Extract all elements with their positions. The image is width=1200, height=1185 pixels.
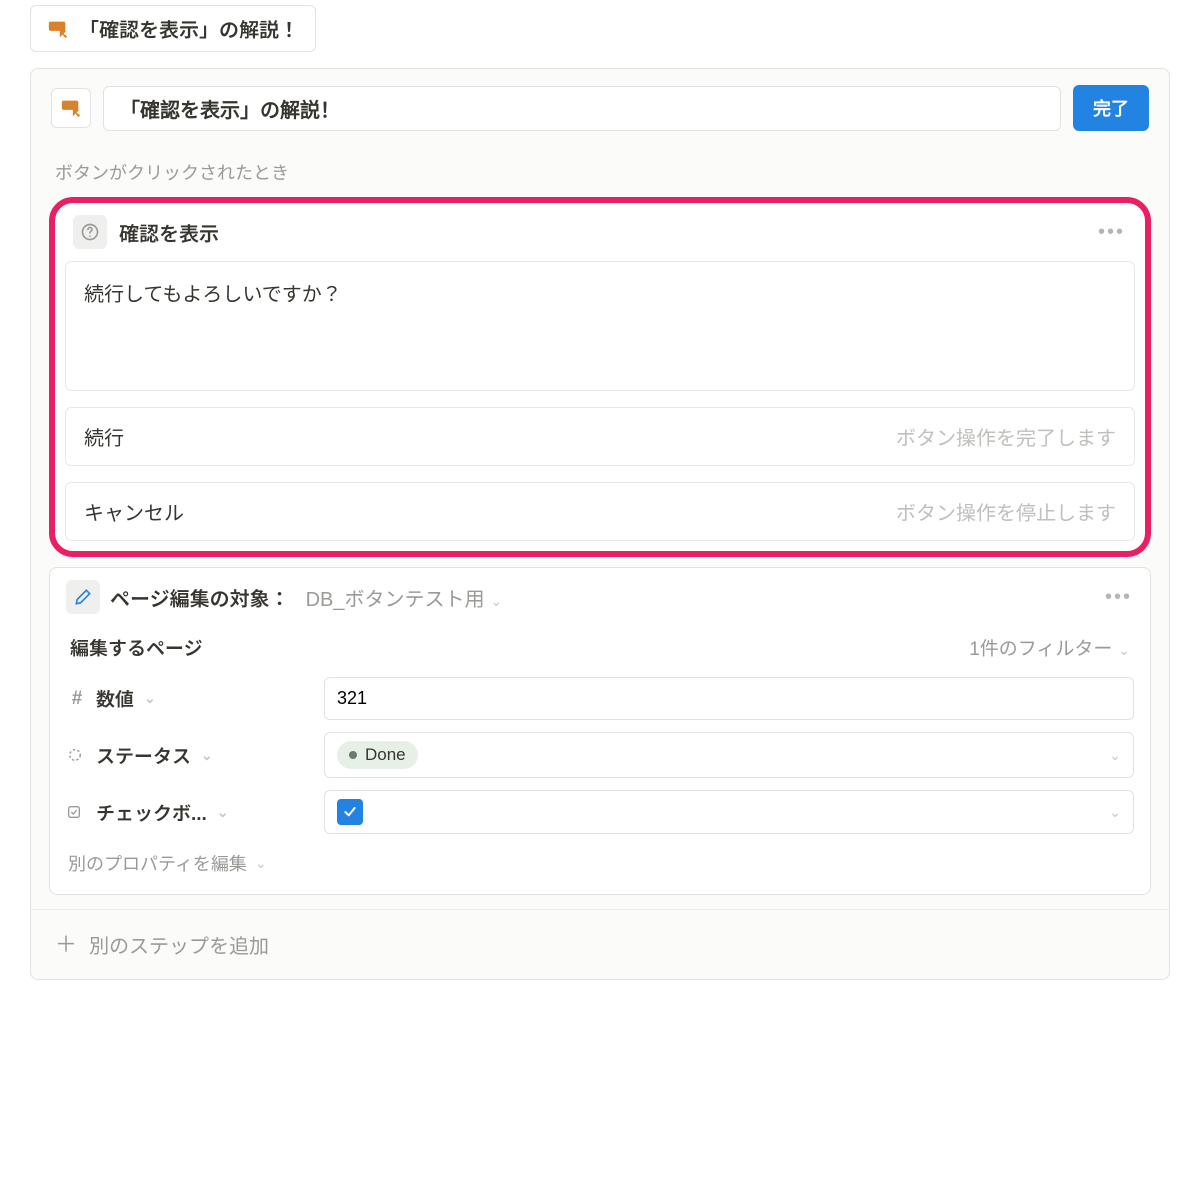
- button-config-chip[interactable]: 「確認を表示」の解説！: [30, 5, 316, 52]
- button-icon-picker[interactable]: [51, 88, 91, 128]
- chip-label: 「確認を表示」の解説！: [79, 14, 299, 43]
- filter-select[interactable]: 1件のフィルター ⌄: [969, 634, 1130, 661]
- prop-value-number-input[interactable]: [324, 677, 1134, 720]
- checkmark-icon: [337, 799, 363, 825]
- chevron-down-icon: ⌄: [1109, 804, 1121, 821]
- confirm-continue-row[interactable]: 続行 ボタン操作を完了します: [65, 407, 1135, 466]
- confirm-cancel-label: キャンセル: [84, 497, 184, 526]
- chevron-down-icon: ⌄: [1109, 747, 1121, 764]
- prop-key-status[interactable]: ステータス ⌄: [66, 742, 316, 769]
- chevron-down-icon: ⌄: [144, 690, 156, 707]
- pages-to-edit-label: 編集するページ: [70, 634, 203, 661]
- chevron-down-icon: ⌄: [201, 747, 213, 764]
- checkbox-icon: [66, 804, 88, 820]
- edit-icon: [66, 580, 100, 614]
- status-pill: Done: [337, 741, 418, 769]
- chevron-down-icon: ⌄: [217, 804, 229, 821]
- hash-icon: #: [66, 688, 88, 710]
- edit-target-select[interactable]: DB_ボタンテスト用 ⌄: [306, 583, 503, 612]
- done-button[interactable]: 完了: [1073, 85, 1149, 131]
- confirm-cancel-hint: ボタン操作を停止します: [896, 497, 1116, 526]
- plus-icon: ＋: [55, 934, 77, 956]
- confirm-continue-hint: ボタン操作を完了します: [896, 422, 1116, 451]
- trigger-label: ボタンがクリックされたとき: [31, 141, 1169, 191]
- tap-icon: [47, 18, 69, 40]
- confirm-step-highlight: 確認を表示 ••• 続行してもよろしいですか？ 続行 ボタン操作を完了します キ…: [49, 197, 1151, 557]
- prop-value-checkbox-toggle[interactable]: ⌄: [324, 790, 1134, 834]
- status-icon: [66, 746, 88, 764]
- button-title-input[interactable]: [103, 86, 1061, 131]
- step-more-menu[interactable]: •••: [1098, 221, 1125, 244]
- question-icon: [73, 215, 107, 249]
- confirm-message-input[interactable]: 続行してもよろしいですか？: [65, 261, 1135, 391]
- confirm-cancel-row[interactable]: キャンセル ボタン操作を停止します: [65, 482, 1135, 541]
- confirm-continue-label: 続行: [84, 422, 124, 451]
- edit-step-more-menu[interactable]: •••: [1105, 586, 1132, 609]
- tap-icon: [60, 97, 82, 119]
- chevron-down-icon: ⌄: [1114, 642, 1130, 658]
- automation-panel: 完了 ボタンがクリックされたとき 確認を表示 ••• 続行してもよろしいですか？…: [30, 68, 1170, 980]
- prop-key-number[interactable]: # 数値 ⌄: [66, 685, 316, 712]
- prop-key-checkbox[interactable]: チェックボ... ⌄: [66, 799, 316, 826]
- add-step-button[interactable]: ＋ 別のステップを追加: [31, 909, 1169, 979]
- prop-value-status-select[interactable]: Done ⌄: [324, 732, 1134, 778]
- edit-pages-step: ページ編集の対象： DB_ボタンテスト用 ⌄ ••• 編集するページ 1件のフィ…: [49, 567, 1151, 895]
- chevron-down-icon: ⌄: [255, 855, 267, 872]
- add-property-button[interactable]: 別のプロパティを編集 ⌄: [66, 840, 1134, 876]
- edit-step-title: ページ編集の対象：: [110, 583, 290, 612]
- confirm-step-title: 確認を表示: [119, 218, 219, 247]
- chevron-down-icon: ⌄: [487, 593, 503, 609]
